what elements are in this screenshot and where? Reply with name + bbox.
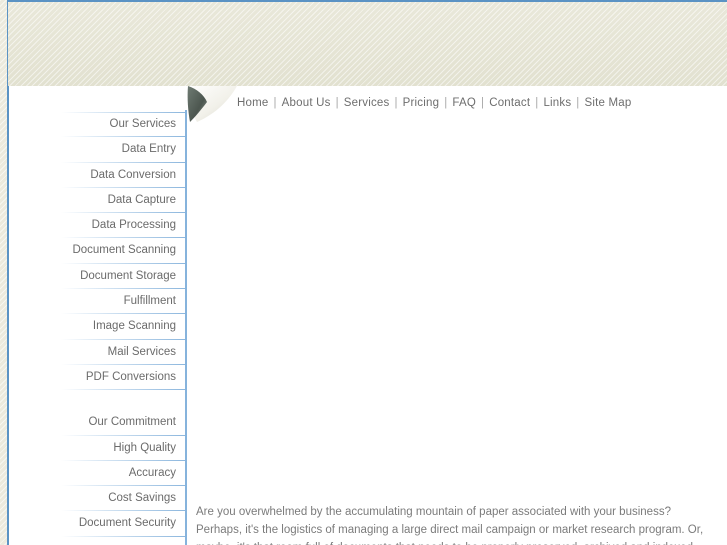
top-navigation-links: Home | About Us | Services | Pricing | FAQ | Conta… — [237, 97, 631, 109]
nav-separator: | — [273, 97, 277, 109]
sidebar-item-label: Accuracy — [128, 466, 176, 479]
sidebar-item-label: PDF Conversions — [85, 370, 176, 383]
sidebar-item-label: High Quality — [113, 441, 176, 454]
sidebar-item-accuracy[interactable]: Accuracy — [9, 461, 185, 487]
sidebar-item-label: Image Scanning — [92, 320, 176, 333]
nav-item-about-us[interactable]: About Us — [282, 97, 331, 109]
sidebar-item-label: Our Commitment — [88, 416, 176, 429]
sidebar-item-label: Data Processing — [91, 219, 176, 232]
sidebar-item-high-quality[interactable]: High Quality — [9, 436, 185, 461]
divider-line — [61, 535, 185, 537]
sidebar-item-document-scanning[interactable]: Document Scanning — [9, 238, 185, 264]
sidebar-group-spacer — [9, 390, 185, 410]
sidebar-item-fulfillment[interactable]: Fulfillment — [9, 289, 185, 315]
sidebar-item-mail-services[interactable]: Mail Services — [9, 340, 185, 365]
divider-line — [61, 112, 185, 113]
sidebar-group-services: Our Services Data Entry Data Conversion … — [9, 112, 185, 391]
sidebar-group-commitment: Our Commitment High Quality Accuracy Cos… — [9, 410, 185, 537]
sidebar-item-label: Data Capture — [107, 193, 176, 206]
sidebar-item-label: Data Conversion — [90, 168, 176, 181]
sidebar-item-cost-savings[interactable]: Cost Savings — [9, 486, 185, 512]
nav-separator: | — [335, 97, 339, 109]
sidebar-item-document-security[interactable]: Document Security — [9, 511, 185, 537]
nav-item-faq[interactable]: FAQ — [452, 97, 476, 109]
nav-separator: | — [394, 97, 398, 109]
nav-item-pricing[interactable]: Pricing — [403, 97, 440, 109]
sidebar-item-our-commitment[interactable]: Our Commitment — [9, 410, 185, 436]
nav-separator: | — [535, 97, 539, 109]
sidebar: Our Services Data Entry Data Conversion … — [9, 112, 185, 537]
nav-separator: | — [444, 97, 448, 109]
left-texture-strip — [0, 0, 7, 545]
sidebar-item-label: Cost Savings — [108, 492, 176, 505]
sidebar-item-document-storage[interactable]: Document Storage — [9, 264, 185, 290]
sidebar-item-label: Document Storage — [80, 269, 176, 282]
sidebar-item-label: Document Scanning — [72, 244, 176, 257]
sidebar-item-label: Our Services — [109, 118, 176, 130]
header-banner — [8, 2, 727, 86]
top-navigation-bar: Home | About Us | Services | Pricing | FAQ | Conta… — [186, 86, 727, 126]
sidebar-item-label: Data Entry — [121, 143, 176, 156]
intro-paragraph: Are you overwhelmed by the accumulating … — [196, 506, 704, 545]
nav-separator: | — [576, 97, 580, 109]
nav-item-site-map[interactable]: Site Map — [584, 97, 631, 109]
nav-item-home[interactable]: Home — [237, 97, 268, 109]
sidebar-item-data-capture[interactable]: Data Capture — [9, 188, 185, 214]
sidebar-item-label: Fulfillment — [123, 295, 176, 308]
divider-line — [61, 389, 185, 391]
sidebar-item-data-entry[interactable]: Data Entry — [9, 137, 185, 163]
sidebar-item-image-scanning[interactable]: Image Scanning — [9, 314, 185, 340]
sidebar-item-data-conversion[interactable]: Data Conversion — [9, 163, 185, 188]
sidebar-item-label: Mail Services — [107, 345, 176, 358]
nav-item-links[interactable]: Links — [543, 97, 571, 109]
sidebar-item-label: Document Security — [78, 517, 176, 530]
page-root: Home | About Us | Services | Pricing | FAQ | Conta… — [0, 0, 727, 545]
sidebar-item-our-services[interactable]: Our Services — [9, 112, 185, 138]
nav-item-services[interactable]: Services — [344, 97, 390, 109]
nav-item-contact[interactable]: Contact — [489, 97, 530, 109]
nav-separator: | — [481, 97, 485, 109]
sidebar-item-data-processing[interactable]: Data Processing — [9, 213, 185, 239]
sidebar-content-divider — [185, 110, 187, 545]
sidebar-item-pdf-conversions[interactable]: PDF Conversions — [9, 365, 185, 391]
